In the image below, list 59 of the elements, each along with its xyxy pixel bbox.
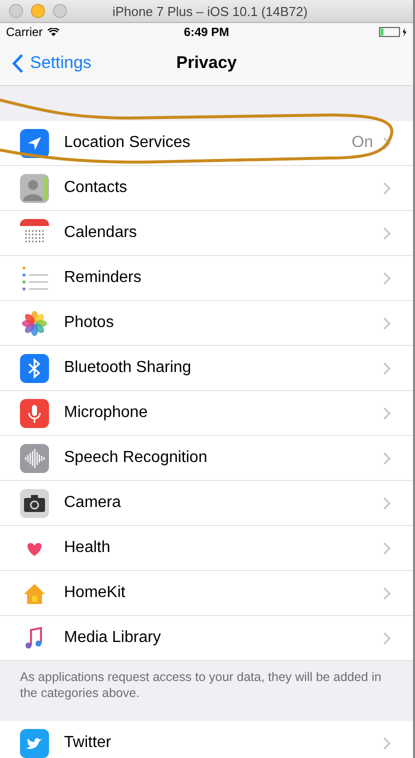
chevron-icon bbox=[383, 272, 391, 284]
settings-row[interactable]: Location Services On bbox=[0, 121, 413, 166]
settings-row[interactable]: Contacts bbox=[0, 166, 413, 211]
settings-row[interactable]: Speech Recognition bbox=[0, 436, 413, 481]
chevron-icon bbox=[383, 136, 391, 150]
window-control[interactable] bbox=[31, 4, 45, 18]
wifi-icon bbox=[46, 28, 60, 36]
settings-row[interactable]: Bluetooth Sharing bbox=[0, 346, 413, 391]
row-label: Location Services bbox=[64, 134, 192, 152]
settings-row[interactable]: Health bbox=[0, 526, 413, 571]
bluetooth-icon bbox=[20, 354, 49, 382]
camera-icon bbox=[20, 488, 49, 518]
chevron-icon bbox=[383, 406, 391, 420]
settings-row[interactable]: Twitter bbox=[0, 721, 413, 758]
back-button[interactable]: Settings bbox=[0, 52, 92, 74]
settings-row[interactable]: HomeKit bbox=[0, 571, 413, 616]
back-chevron-icon bbox=[12, 52, 24, 74]
settings-row[interactable]: Reminders bbox=[0, 256, 413, 301]
row-label: Media Library bbox=[64, 629, 162, 647]
waveform-icon bbox=[20, 444, 49, 472]
row-label: Contacts bbox=[64, 179, 128, 197]
settings-row[interactable]: Calendars bbox=[0, 211, 413, 256]
chevron-icon bbox=[383, 226, 391, 240]
row-label: Bluetooth Sharing bbox=[64, 359, 192, 377]
row-label: Photos bbox=[64, 314, 115, 332]
row-label: Health bbox=[64, 539, 112, 557]
chevron-icon bbox=[383, 496, 391, 510]
window-control[interactable] bbox=[53, 4, 67, 18]
chevron-icon bbox=[383, 632, 391, 644]
battery-icon bbox=[379, 27, 400, 37]
row-value: On bbox=[352, 134, 373, 152]
footer-note: As applications request access to your data, they will be added in the categories above. bbox=[20, 670, 382, 700]
flower-icon bbox=[20, 308, 49, 338]
window-title: iPhone 7 Plus – iOS 10.1 (14B72) bbox=[111, 4, 309, 18]
carrier-label: Carrier bbox=[6, 25, 43, 39]
status-time: 6:49 PM bbox=[184, 25, 230, 39]
contacts-icon bbox=[20, 174, 49, 202]
chevron-icon bbox=[383, 736, 391, 750]
row-label: Camera bbox=[64, 494, 122, 512]
row-label: Reminders bbox=[64, 269, 142, 287]
settings-row[interactable]: Media Library bbox=[0, 616, 413, 661]
page-title: Privacy bbox=[175, 53, 238, 73]
row-label: HomeKit bbox=[64, 584, 126, 602]
row-label: Twitter bbox=[64, 734, 112, 752]
settings-row[interactable]: Microphone bbox=[0, 391, 413, 436]
reminders-list-icon bbox=[20, 264, 49, 292]
window-control[interactable] bbox=[9, 4, 23, 18]
chevron-icon bbox=[383, 182, 391, 194]
chevron-icon bbox=[383, 586, 391, 600]
row-label: Calendars bbox=[64, 224, 138, 242]
chevron-icon bbox=[383, 452, 391, 464]
row-label: Speech Recognition bbox=[64, 449, 208, 467]
chevron-icon bbox=[383, 542, 391, 554]
settings-row[interactable]: Photos bbox=[0, 301, 413, 346]
microphone-icon bbox=[20, 398, 49, 428]
row-label: Microphone bbox=[64, 404, 149, 422]
chevron-icon bbox=[383, 362, 391, 374]
settings-row[interactable]: Camera bbox=[0, 481, 413, 526]
chevron-icon bbox=[383, 316, 391, 330]
